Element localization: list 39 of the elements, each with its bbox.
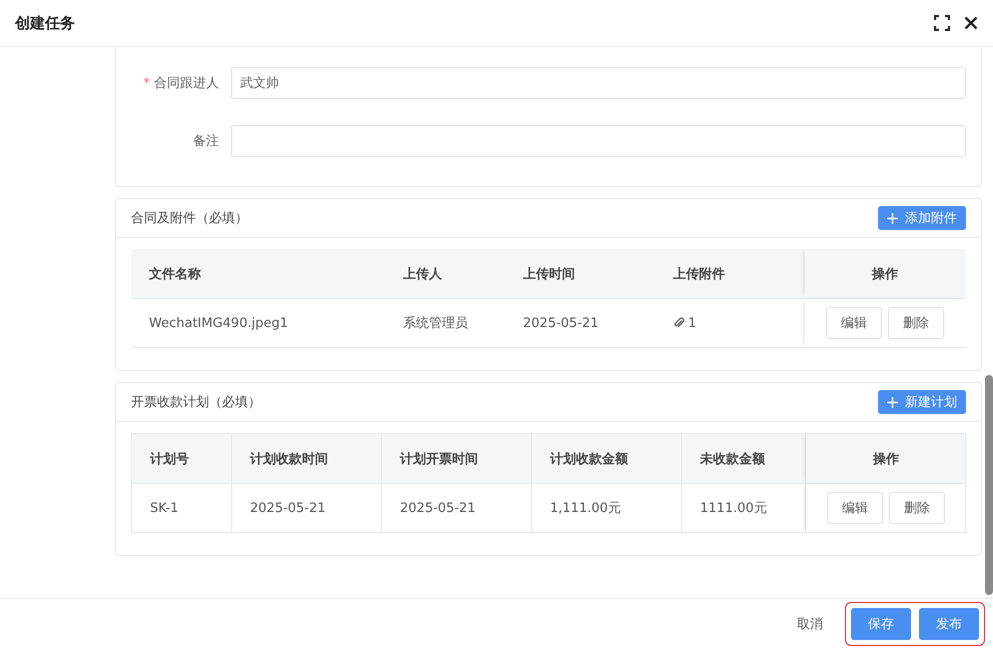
column-header: 计划号 <box>150 450 189 468</box>
column-header: 计划收款金额 <box>550 450 628 468</box>
scrollbar-thumb[interactable] <box>985 375 993 595</box>
table-cell-text: 1111.00元 <box>700 500 767 517</box>
row-action-button[interactable]: 删除 <box>888 307 944 339</box>
table-cell: WechatIMG490.jpeg1 <box>149 316 288 330</box>
table-cell-text: 系统管理员 <box>403 315 468 332</box>
table-cell: 2025-05-21 <box>523 316 599 330</box>
row-action-button[interactable]: 编辑 <box>826 307 882 339</box>
column-header: 文件名称 <box>149 266 201 282</box>
column-header: 计划收款时间 <box>250 450 328 468</box>
column-header: 上传人 <box>403 266 442 282</box>
column-header: 上传附件 <box>673 266 725 282</box>
column-header: 未收款金额 <box>700 450 765 468</box>
column-header: 操作 <box>873 450 899 468</box>
column-header: 上传时间 <box>523 266 575 282</box>
required-mark: * <box>144 76 150 91</box>
table-cell: SK-1 <box>150 500 178 516</box>
field-label: 合同跟进人 <box>154 76 219 91</box>
table-cell: 2025-05-21 <box>400 500 476 516</box>
field-label: 备注 <box>193 134 219 149</box>
column-header: 操作 <box>872 266 898 282</box>
plus-icon <box>887 212 898 224</box>
dialog-title: 创建任务 <box>15 14 75 32</box>
fullscreen-icon[interactable] <box>934 15 950 31</box>
section-title: 合同及附件（必填） <box>131 210 248 227</box>
table-cell: 2025-05-21 <box>250 500 326 516</box>
input-field[interactable] <box>231 125 966 157</box>
row-action-button[interactable]: 编辑 <box>827 492 883 524</box>
plus-icon <box>887 396 898 408</box>
row-action-button[interactable]: 删除 <box>889 492 945 524</box>
section-title: 开票收款计划（必填） <box>131 394 261 411</box>
table-cell-text: 1,111.00元 <box>550 500 621 517</box>
close-icon[interactable] <box>964 16 978 30</box>
input-field[interactable]: 武文帅 <box>231 67 966 99</box>
attachment-count[interactable]: 1 <box>688 316 696 330</box>
paperclip-icon[interactable] <box>673 317 685 329</box>
column-header: 计划开票时间 <box>400 450 478 468</box>
cancel-button[interactable]: 取消 <box>789 615 831 633</box>
